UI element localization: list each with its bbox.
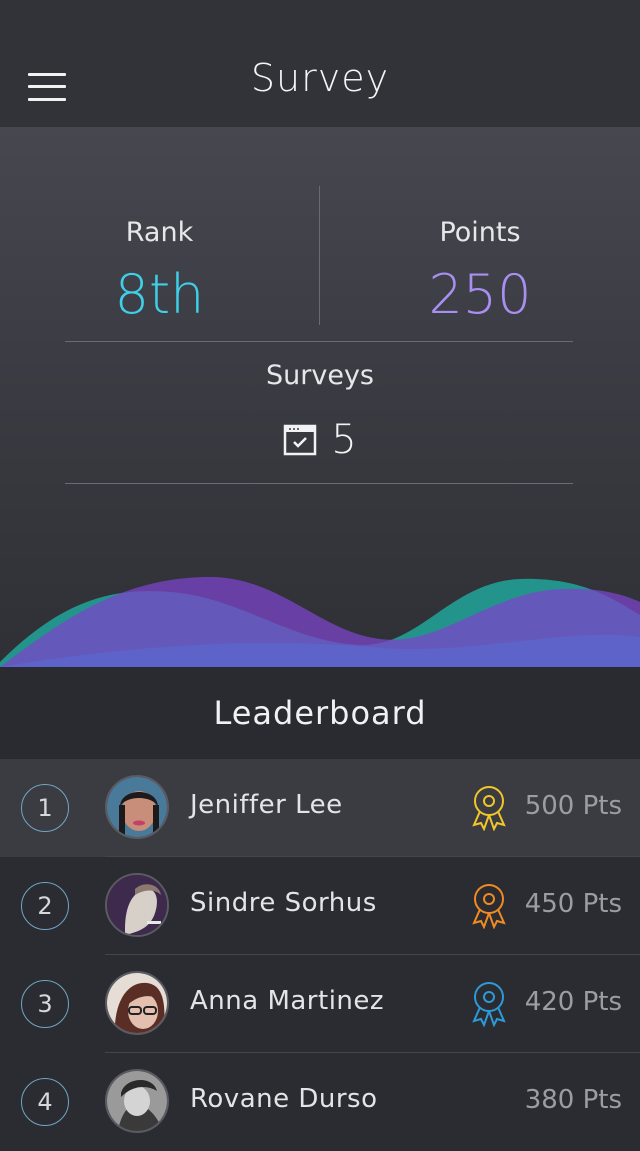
player-name: Sindre Sorhus bbox=[190, 888, 377, 918]
award-ribbon-icon bbox=[472, 884, 506, 929]
leaderboard-row[interactable]: 2 Sindre Sorhus 450 Pts bbox=[0, 857, 640, 955]
rank-badge: 1 bbox=[21, 784, 69, 832]
points-value: 250 bbox=[428, 263, 532, 326]
leaderboard-row[interactable]: 4 Rovane Durso 380 Pts bbox=[0, 1053, 640, 1151]
leaderboard-title: Leaderboard bbox=[0, 667, 640, 759]
surveys-count: 5 bbox=[0, 415, 640, 465]
rank-badge: 3 bbox=[21, 980, 69, 1028]
player-name: Anna Martinez bbox=[190, 986, 385, 1016]
player-points: 420 Pts bbox=[524, 987, 622, 1017]
page-title: Survey bbox=[250, 56, 390, 100]
avatar bbox=[105, 1069, 169, 1133]
player-name: Jeniffer Lee bbox=[190, 790, 343, 820]
app-header: Survey bbox=[0, 0, 640, 127]
stats-divider-bottom bbox=[65, 483, 573, 484]
player-name: Rovane Durso bbox=[190, 1084, 378, 1114]
rank-value: 8th bbox=[114, 263, 205, 326]
award-ribbon-icon bbox=[472, 786, 506, 831]
rank-badge: 2 bbox=[21, 882, 69, 930]
avatar bbox=[105, 873, 169, 937]
calendar-check-icon bbox=[284, 424, 317, 456]
leaderboard-row[interactable]: 1 Jeniffer Lee 500 Pts bbox=[0, 759, 640, 857]
stats-divider-top bbox=[65, 341, 573, 342]
player-points: 450 Pts bbox=[524, 889, 622, 919]
surveys-label: Surveys bbox=[266, 360, 374, 391]
surveys-value: 5 bbox=[331, 417, 357, 463]
leaderboard-row[interactable]: 3 Anna Martinez 420 Pts bbox=[0, 955, 640, 1053]
leaderboard-list: 1 Jeniffer Lee 500 Pts 2 Sindre Sorhus 4… bbox=[0, 759, 640, 1151]
award-ribbon-icon bbox=[472, 982, 506, 1027]
points-label: Points bbox=[439, 217, 521, 248]
wave-decoration bbox=[0, 577, 640, 667]
avatar bbox=[105, 775, 169, 839]
player-points: 500 Pts bbox=[524, 791, 622, 821]
avatar bbox=[105, 971, 169, 1035]
stats-panel: Rank 8th Points 250 Surveys 5 bbox=[0, 127, 640, 667]
rank-label: Rank bbox=[125, 217, 194, 248]
player-points: 380 Pts bbox=[524, 1085, 622, 1115]
rank-badge: 4 bbox=[21, 1078, 69, 1126]
